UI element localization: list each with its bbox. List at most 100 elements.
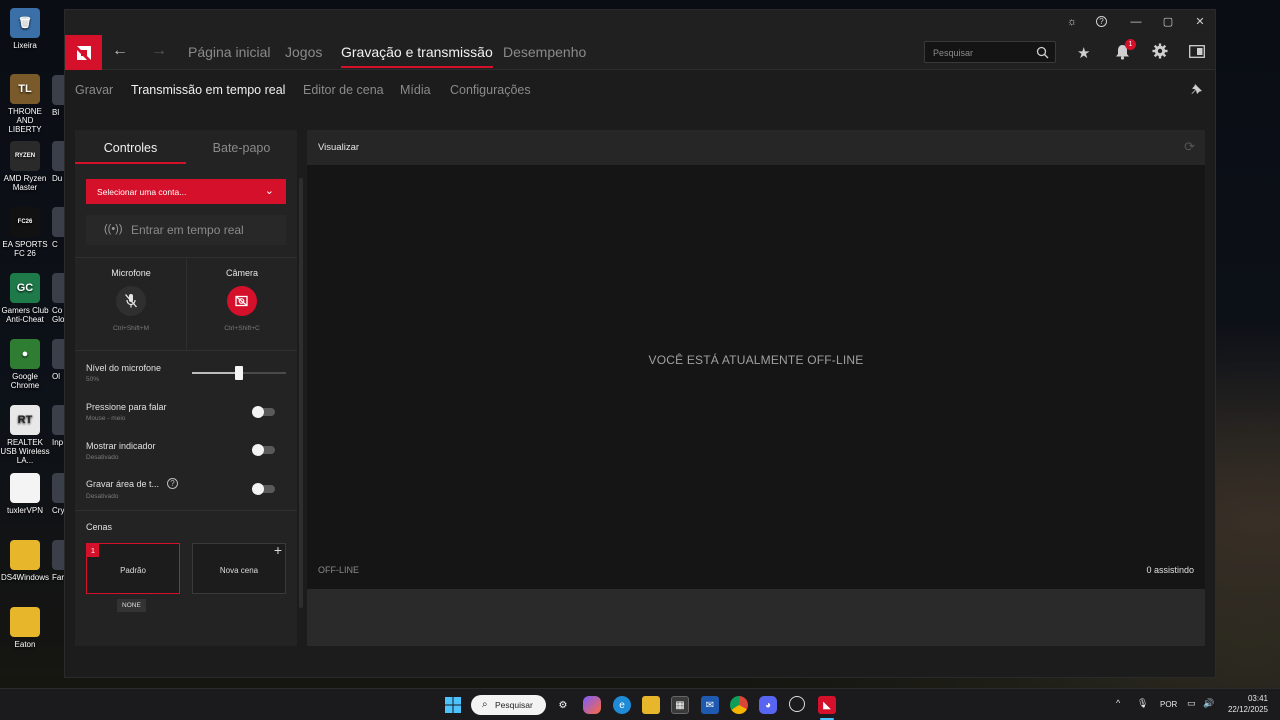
push-to-talk-toggle[interactable] [252, 406, 275, 418]
scene-card-new[interactable]: + Nova cena [192, 542, 286, 594]
desktop-icon[interactable]: RYZEN AMD Ryzen Master [0, 141, 50, 192]
push-to-talk-label: Pressione para falar [86, 402, 167, 412]
refresh-icon[interactable]: ⟳ [1184, 139, 1195, 155]
file-explorer-icon[interactable] [642, 696, 660, 714]
camera-toggle-button[interactable] [227, 286, 257, 316]
desktop-app-icon: TL [10, 74, 40, 104]
desktop-app-icon: 🗑 [10, 8, 40, 38]
desktop-app-icon: ● [10, 339, 40, 369]
microphone-toggle-button[interactable] [116, 286, 146, 316]
subtab-gravar[interactable]: Gravar [75, 83, 113, 97]
desktop-icon-label: EA SPORTS FC 26 [2, 240, 48, 258]
preview-footer [307, 589, 1205, 646]
store-icon[interactable]: ▦ [671, 696, 689, 714]
help-icon[interactable]: ? [1096, 16, 1107, 27]
desktop-app-icon: GC [10, 273, 40, 303]
desktop-icon[interactable]: FC26 EA SPORTS FC 26 [0, 207, 50, 258]
windows-start-icon[interactable] [445, 697, 461, 713]
chevron-up-icon[interactable]: ^ [1116, 698, 1120, 708]
taskbar-search-label: Pesquisar [495, 700, 533, 710]
steam-icon[interactable]: ⚙ [554, 696, 572, 714]
language-indicator[interactable]: POR [1160, 700, 1177, 709]
obs-icon[interactable] [789, 696, 805, 712]
desktop-icon-label: Gamers Club Anti-Cheat [1, 306, 49, 324]
tab-bate-papo[interactable]: Bate-papo [186, 141, 297, 155]
preview-header: Visualizar ⟳ [307, 130, 1205, 165]
desktop-icon[interactable]: GC Gamers Club Anti-Cheat [0, 273, 50, 324]
amd-logo-icon [76, 45, 91, 60]
stream-status: OFF-LINE [318, 565, 360, 575]
desktop-app-icon: RYZEN [10, 141, 40, 171]
desktop-icon[interactable]: DS4Windows [0, 540, 50, 582]
account-select-dropdown[interactable]: Selecionar uma conta... ⌄ [86, 179, 286, 204]
microphone-icon[interactable]: 🎙 [1137, 698, 1148, 709]
active-tab-indicator [75, 162, 186, 164]
taskbar: ⌕ Pesquisar ⚙ e ▦ ✉ ◕ ◣ ^ 🎙 POR ▭ 🔊 03:4… [0, 688, 1280, 720]
push-to-talk-sub: Mouse - meio [86, 415, 126, 422]
amd-software-taskbar-icon[interactable]: ◣ [818, 696, 836, 714]
taskbar-search[interactable]: ⌕ Pesquisar [471, 695, 546, 715]
preview-video-area: VOCÊ ESTÁ ATUALMENTE OFF-LINE OFF-LINE 0… [307, 165, 1205, 589]
overlay-panel-icon[interactable] [1189, 45, 1205, 58]
desktop-icon-label: DS4Windows [0, 573, 49, 582]
tab-pagina-inicial[interactable]: Página inicial [188, 44, 271, 60]
search-field[interactable] [924, 41, 1056, 63]
camera-label: Câmera [225, 268, 258, 278]
discord-icon[interactable]: ◕ [759, 696, 777, 714]
copilot-icon[interactable] [583, 696, 601, 714]
mail-icon[interactable]: ✉ [701, 696, 719, 714]
pin-icon[interactable] [1191, 83, 1203, 95]
clock[interactable]: 03:41 22/12/2025 [1226, 693, 1268, 715]
scene-card-default[interactable]: 1 Padrão [86, 543, 180, 594]
scenes-title: Cenas [86, 522, 113, 532]
subtab-midia[interactable]: Mídia [400, 83, 431, 97]
search-input[interactable] [933, 45, 1031, 60]
tab-desempenho[interactable]: Desempenho [503, 44, 586, 60]
desktop-icon[interactable]: ● Google Chrome [0, 339, 50, 390]
mic-level-slider-fill [192, 372, 239, 374]
help-icon[interactable]: ? [167, 478, 178, 489]
record-desktop-toggle[interactable] [252, 483, 275, 495]
desktop-icon[interactable]: RT REALTEK USB Wireless LA... [0, 405, 50, 465]
chrome-icon[interactable] [730, 696, 748, 714]
maximize-button[interactable]: ▢ [1160, 14, 1176, 30]
desktop-app-icon [10, 540, 40, 570]
camera-icon [234, 295, 248, 306]
scrollbar[interactable] [299, 178, 303, 608]
show-indicator-toggle[interactable] [252, 444, 275, 456]
scene-number-badge: 1 [87, 544, 99, 557]
camera-shortcut: Ctrl+Shift+C [224, 325, 260, 332]
tab-gravacao-transmissao[interactable]: Gravação e transmissão [341, 44, 493, 68]
back-arrow-icon[interactable]: ← [112, 42, 128, 60]
favorites-star-icon[interactable]: ★ [1077, 44, 1090, 62]
bug-report-icon[interactable]: ☼ [1064, 14, 1080, 30]
desktop-icon[interactable]: tuxlerVPN [0, 473, 50, 515]
desktop-icon[interactable]: Eaton [0, 607, 50, 649]
record-desktop-sub: Desativado [86, 493, 119, 500]
show-indicator-label: Mostrar indicador [86, 441, 156, 451]
subtab-configuracoes[interactable]: Configurações [450, 83, 531, 97]
clock-time: 03:41 [1247, 694, 1268, 703]
desktop-icon[interactable]: TL THRONE AND LIBERTY [0, 74, 50, 134]
tab-controles[interactable]: Controles [75, 141, 186, 155]
settings-gear-icon[interactable] [1152, 43, 1168, 59]
notification-badge: 1 [1125, 39, 1136, 50]
desktop-icon-label: REALTEK USB Wireless LA... [0, 438, 50, 465]
microphone-shortcut: Ctrl+Shift+M [112, 325, 150, 332]
mic-level-slider-thumb[interactable] [235, 366, 243, 380]
subtab-editor-de-cena[interactable]: Editor de cena [303, 83, 384, 97]
go-live-button[interactable]: ((•)) Entrar em tempo real [86, 215, 286, 245]
show-indicator-sub: Desativado [86, 454, 119, 461]
edge-icon[interactable]: e [613, 696, 631, 714]
close-button[interactable]: ✕ [1192, 14, 1208, 30]
subtab-transmissao-tempo-real[interactable]: Transmissão em tempo real [131, 83, 285, 97]
minimize-button[interactable]: — [1128, 14, 1144, 30]
search-icon[interactable] [1036, 46, 1049, 59]
forward-arrow-icon[interactable]: → [151, 42, 167, 60]
tab-jogos[interactable]: Jogos [285, 44, 322, 60]
desktop-icon[interactable]: 🗑 Lixeira [0, 8, 50, 50]
amd-logo[interactable] [65, 35, 102, 70]
volume-icon[interactable]: 🔊 [1203, 698, 1214, 709]
network-icon[interactable]: ▭ [1187, 698, 1196, 709]
record-desktop-label: Gravar área de t... [86, 479, 160, 489]
